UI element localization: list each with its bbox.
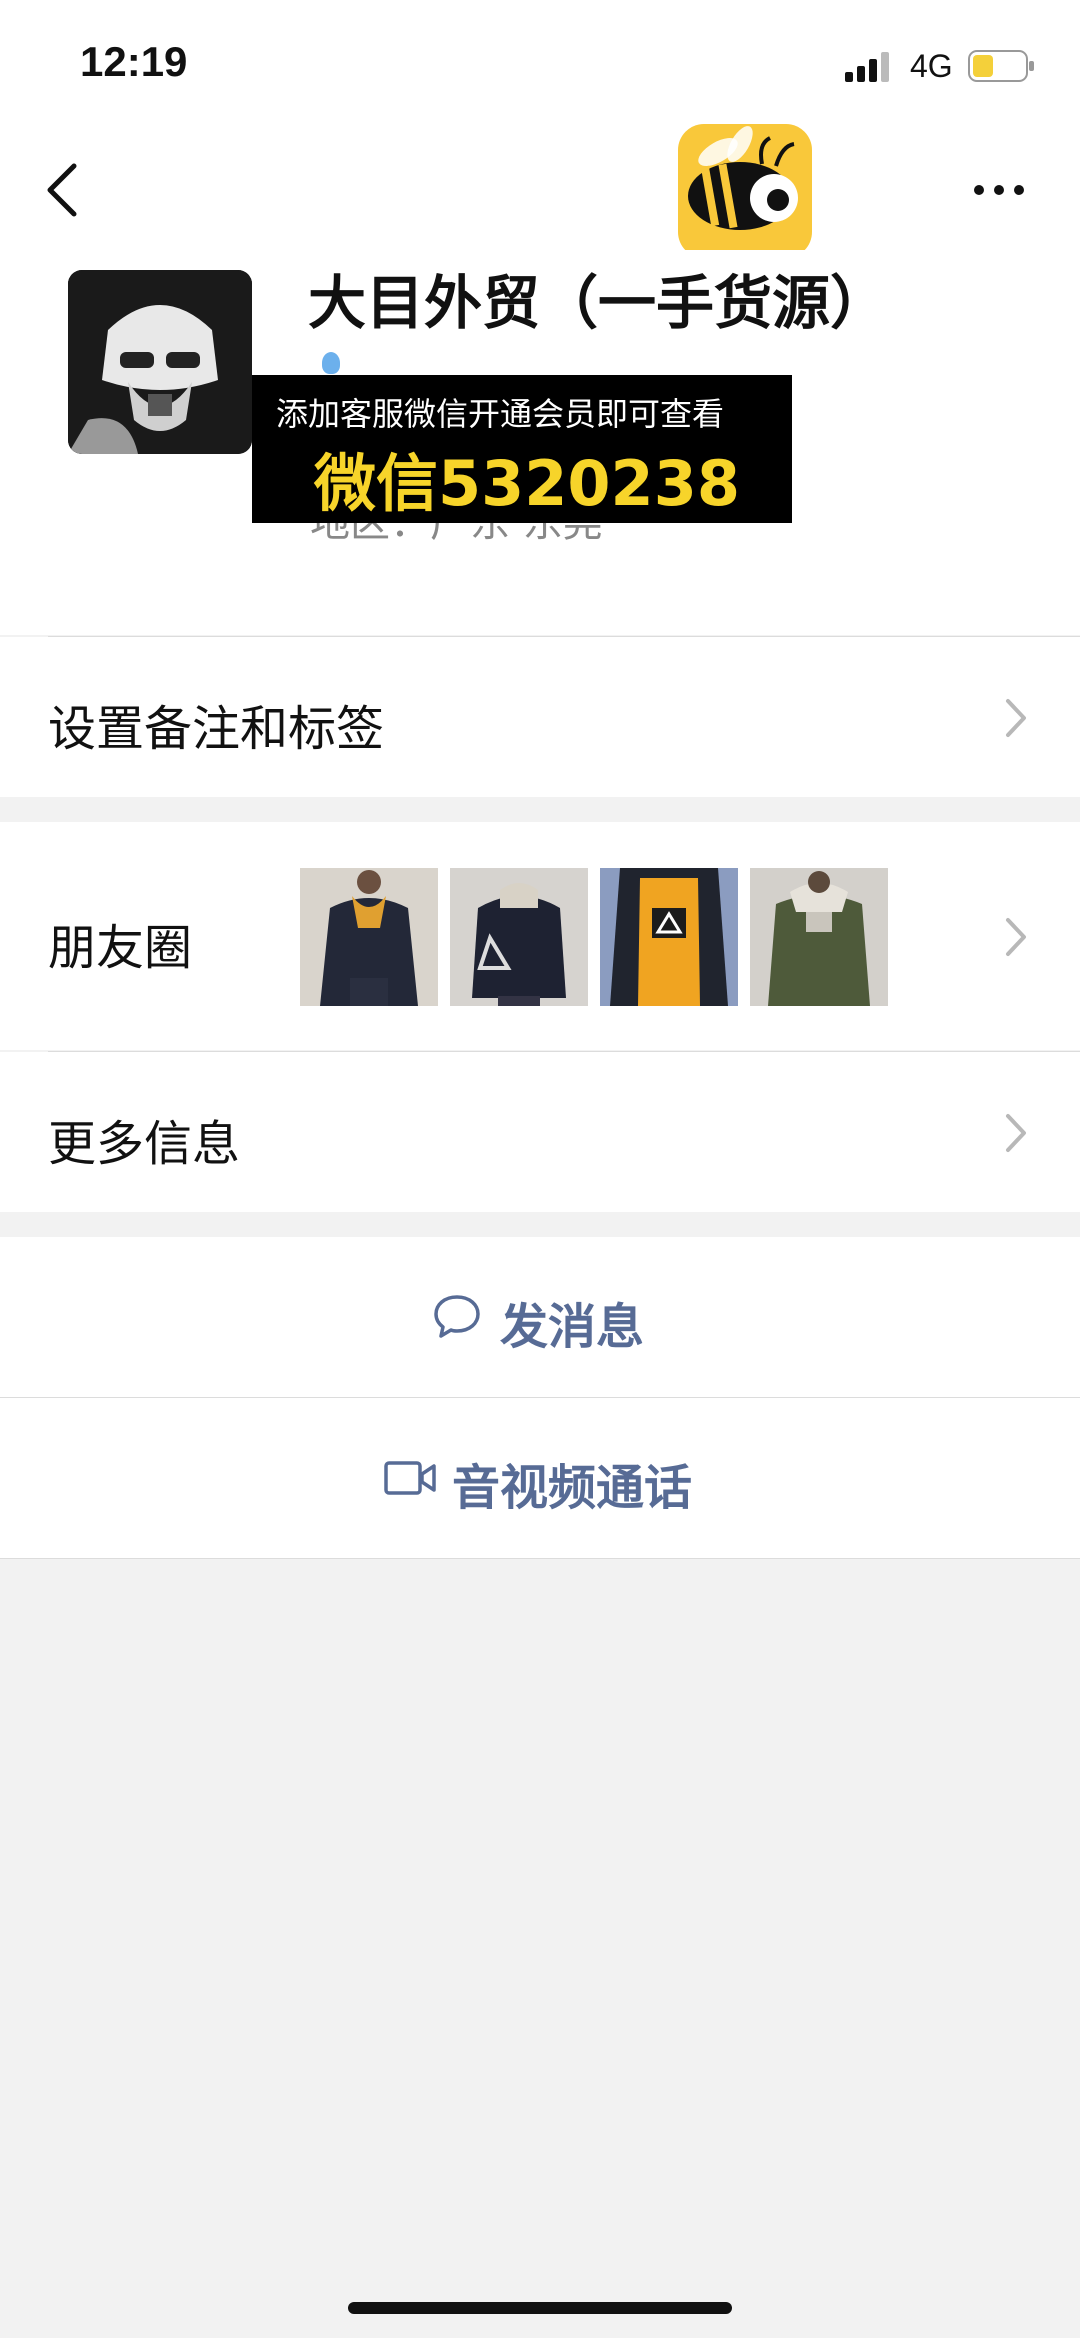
status-bar: 12:19 4G [0,0,1080,130]
send-message-button[interactable]: 发消息 [0,1237,1080,1397]
divider [0,1558,1080,1559]
more-info-label: 更多信息 [48,1116,241,1172]
home-indicator[interactable] [348,2302,732,2314]
remark-tags-row[interactable]: 设置备注和标签 [0,637,1080,797]
overlay-wechat-id: 微信5320238 [314,447,740,520]
chevron-right-icon [1006,699,1026,737]
video-call-label: 音视频通话 [452,1460,693,1516]
overlay-instruction: 添加客服微信开通会员即可查看 [276,395,725,433]
contact-profile-page: 12:19 4G 大目外贸（一手货源） 地区：广东 东莞 添加客服微信开通会员即… [0,0,1080,2338]
battery-icon [968,50,1034,82]
moments-row[interactable]: 朋友圈 [0,822,1080,1050]
moments-photos [300,868,888,1006]
bee-logo-icon [678,124,812,258]
ellipsis-icon[interactable] [972,180,1026,200]
video-camera-icon [384,1461,436,1495]
moments-label: 朋友圈 [48,920,193,976]
watermark-overlay: 添加客服微信开通会员即可查看 微信5320238 [252,375,792,523]
moments-photo [600,868,738,1006]
profile-header: 大目外贸（一手货源） 4 地区：广东 东莞 添加客服微信开通会员即可查看 微信5… [0,250,1080,635]
navigation-bar [0,124,1080,258]
contact-name: 大目外贸（一手货源） [308,269,889,337]
chevron-right-icon [1006,1114,1026,1152]
remark-tags-label: 设置备注和标签 [48,701,385,757]
status-time: 12:19 [80,38,188,85]
video-call-button[interactable]: 音视频通话 [0,1398,1080,1558]
more-info-row[interactable]: 更多信息 [0,1052,1080,1212]
cellular-signal-icon [845,52,889,82]
send-message-label: 发消息 [500,1299,645,1355]
chat-bubble-icon [434,1295,480,1338]
chevron-right-icon [1006,918,1026,956]
moments-photo [750,868,888,1006]
gender-icon [322,352,340,374]
chevron-left-icon[interactable] [42,160,86,220]
moments-photo [300,868,438,1006]
moments-photo [450,868,588,1006]
network-type: 4G [910,48,953,84]
avatar[interactable] [68,270,252,454]
